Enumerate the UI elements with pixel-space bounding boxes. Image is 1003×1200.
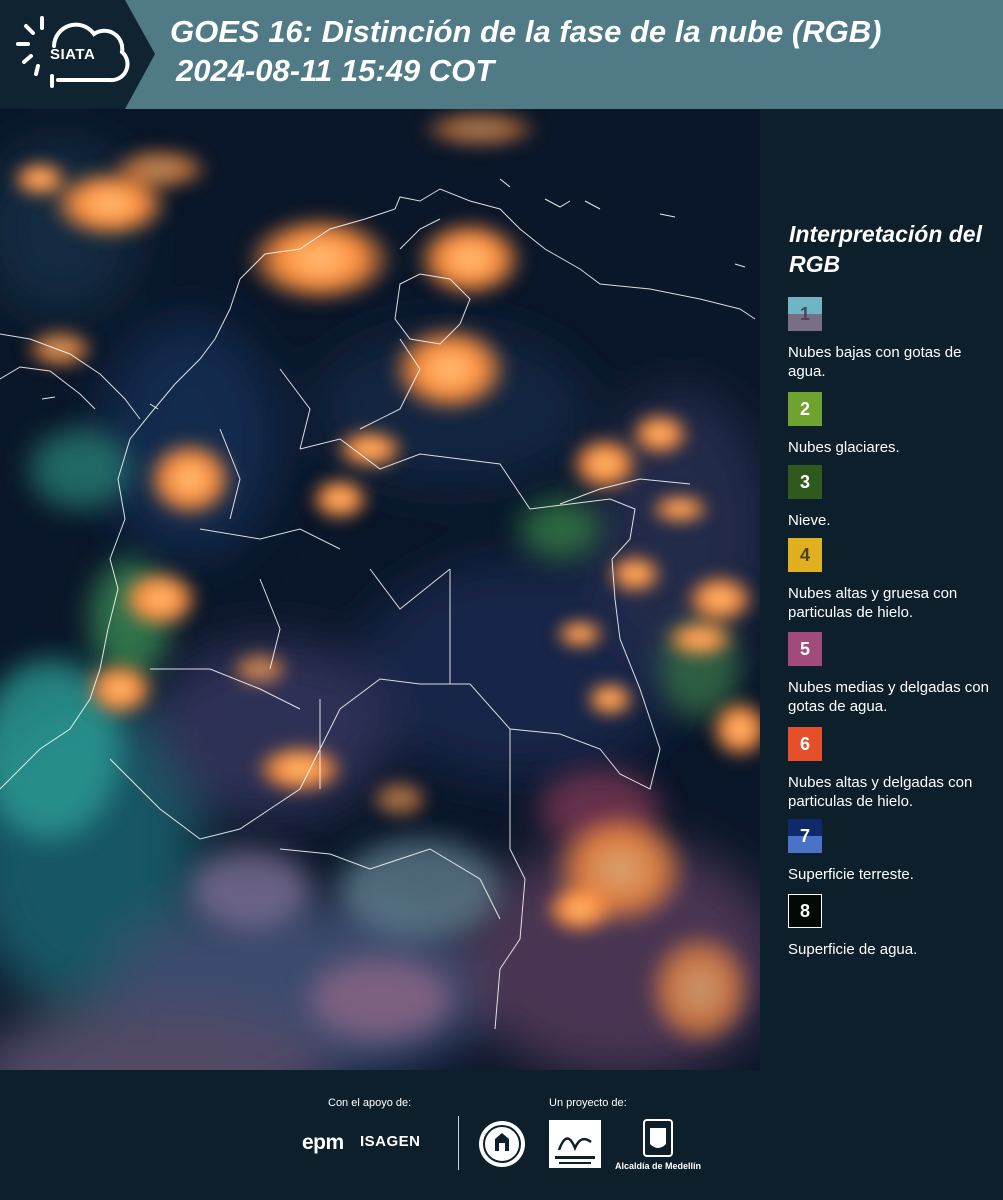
legend-number: 6 [799, 734, 810, 754]
legend-label: Superficie terreste. [788, 866, 914, 883]
metropolitan-seal-icon [479, 1121, 525, 1167]
legend-panel: Interpretación del RGB 1 Nubes bajas con… [760, 109, 1003, 1070]
satellite-image [0, 109, 760, 1070]
legend-title: Interpretación del RGB [789, 221, 982, 277]
alcaldia-text: Alcaldía de Medellín [614, 1161, 702, 1171]
alcaldia-medellin-logo: Alcaldía de Medellín [612, 1118, 704, 1174]
legend-label: Nubes altas y gruesa con particulas de h… [788, 585, 958, 621]
legend-label: Nubes altas y delgadas con particulas de… [788, 774, 973, 810]
legend-label: Nubes bajas con gotas de agua. [788, 344, 962, 380]
siata-logo-text: SIATA [50, 46, 96, 63]
siata-logo-panel: SIATA [0, 0, 155, 109]
legend-number: 2 [799, 399, 810, 419]
legend-label: Superficie de agua. [788, 941, 918, 958]
satellite-rgb-image [0, 109, 760, 1070]
footer-divider [458, 1116, 459, 1170]
legend-number: 5 [799, 639, 810, 659]
footer: Con el apoyo de: Un proyecto de: epm ISA… [0, 1070, 1003, 1200]
header-bar: SIATA GOES 16: Distinción de la fase de … [0, 0, 1003, 109]
support-label: Con el apoyo de: [328, 1097, 412, 1109]
legend-number: 8 [799, 901, 810, 921]
alcaldia-shield-icon [643, 1119, 673, 1157]
page-timestamp: 2024-08-11 15:49 COT [176, 53, 495, 88]
isagen-logo: ISAGEN [360, 1133, 421, 1150]
legend-label: Nubes glaciares. [788, 439, 900, 456]
project-label: Un proyecto de: [549, 1097, 627, 1109]
page-title: GOES 16: Distinción de la fase de la nub… [170, 14, 882, 49]
legend-number: 7 [799, 826, 810, 846]
legend-number: 1 [799, 304, 810, 324]
legend-number: 4 [799, 545, 810, 565]
legend-label: Nieve. [788, 512, 831, 529]
area-metropolitana-logo [549, 1120, 601, 1168]
legend-number: 3 [799, 472, 810, 492]
epm-logo: epm [302, 1131, 344, 1154]
legend-label: Nubes medias y delgadas con gotas de agu… [788, 679, 989, 715]
